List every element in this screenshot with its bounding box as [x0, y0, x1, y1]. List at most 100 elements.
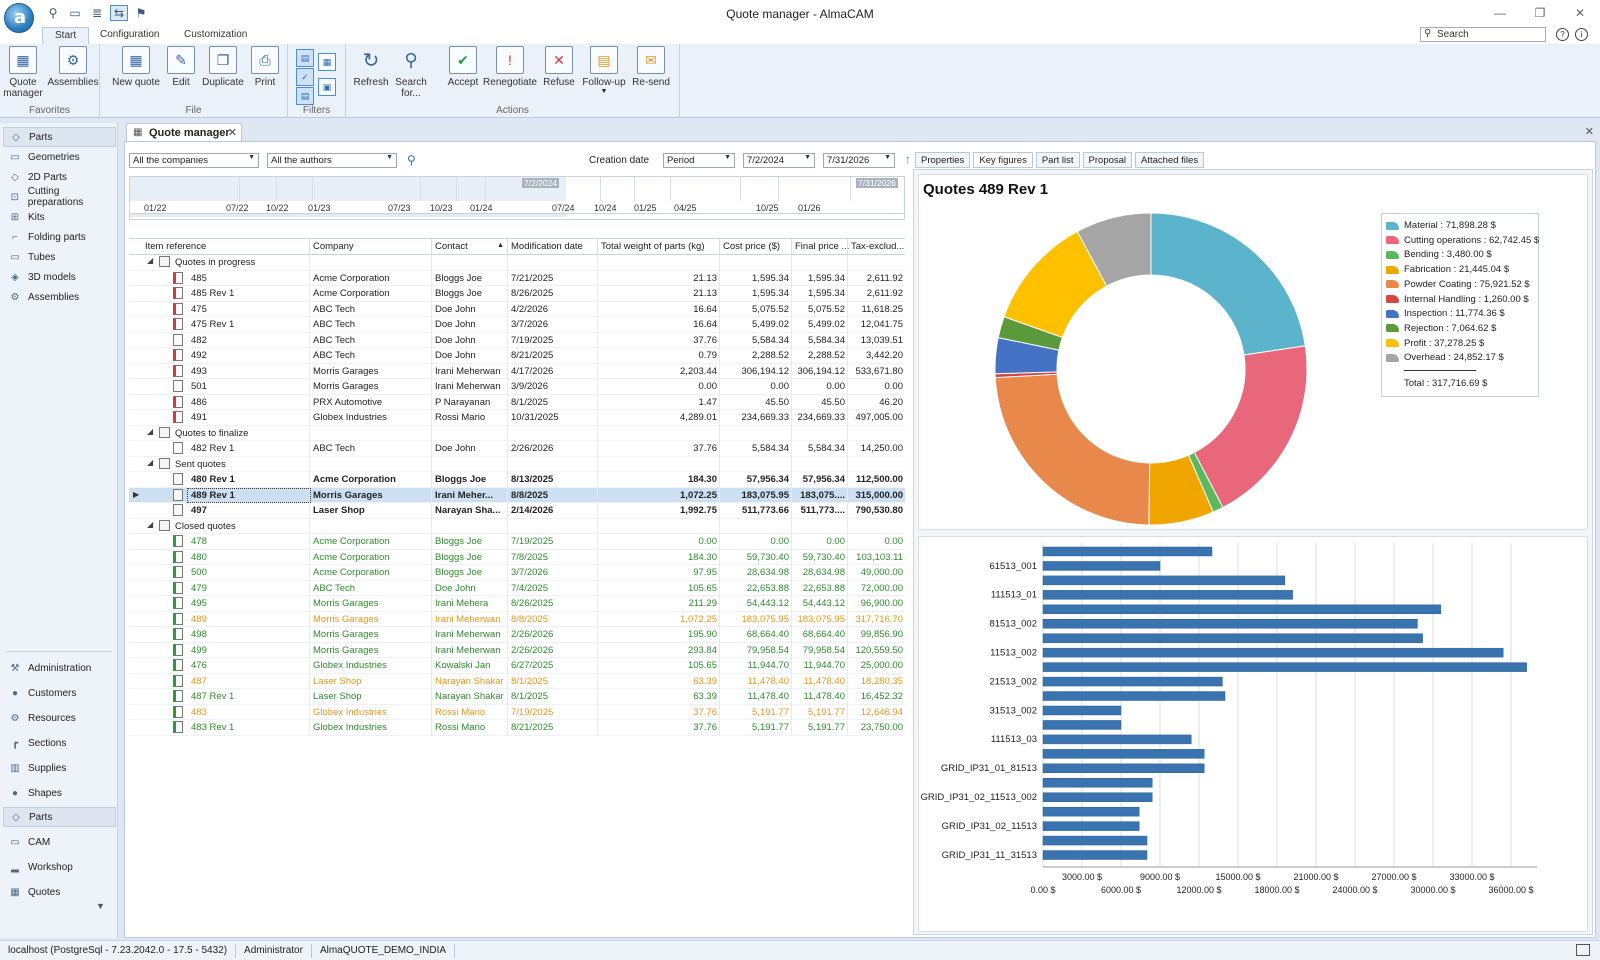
date-to-input[interactable]: 7/31/2026 ▼ — [823, 153, 895, 168]
table-row[interactable]: 485 Rev 1 Acme Corporation Bloggs Joe 8/26/… — [129, 286, 905, 302]
timeline-end-flag[interactable]: 7/31/2026 — [856, 178, 898, 188]
nav-shapes[interactable]: ● Shapes — [3, 783, 116, 803]
nav-supplies[interactable]: ▥ Supplies — [3, 758, 116, 778]
table-row[interactable]: 487 Laser Shop Narayan Shakar 8/1/2025 63.39… — [129, 674, 905, 689]
table-row[interactable]: 479 ABC Tech Doe John 7/4/2025 105.65 22,653.… — [129, 581, 905, 596]
table-row[interactable]: 476 Globex Industries Kowalski Jan 6/27/202… — [129, 658, 905, 674]
nav-geometries[interactable]: ▭ Geometries — [3, 147, 116, 167]
col-company[interactable]: Company — [313, 241, 429, 252]
column-separator[interactable] — [719, 239, 720, 255]
table-row[interactable]: 497 Laser Shop Narayan Sha... 2/14/2026 1,99… — [129, 503, 905, 519]
collapse-triangle-icon[interactable]: ◢ — [147, 256, 153, 265]
table-row[interactable]: 483 Rev 1 Globex Industries Rossi Mario 8/2… — [129, 720, 905, 736]
timeline-scrollbar[interactable] — [130, 213, 904, 217]
group-row[interactable]: ◢ Quotes in progress — [129, 255, 905, 271]
table-row[interactable]: 485 Acme Corporation Bloggs Joe 7/21/2025 21… — [129, 271, 905, 286]
nav-workshop[interactable]: ▂ Workshop — [3, 857, 116, 877]
nav-sections[interactable]: ┏ Sections — [3, 733, 116, 753]
authors-select[interactable]: All the authors ▼ — [267, 153, 397, 168]
close-window-button[interactable]: ✕ — [1560, 0, 1600, 26]
timeline-start-flag[interactable]: 7/2/2024 — [522, 178, 560, 188]
col-final-price[interactable]: Final price ... — [795, 241, 849, 252]
column-separator[interactable] — [597, 239, 598, 255]
donut-slice[interactable] — [1150, 212, 1306, 356]
nav-parts[interactable]: ◇ Parts — [3, 807, 116, 827]
table-row[interactable]: 475 ABC Tech Doe John 4/2/2026 16.64 5,075.52… — [129, 302, 905, 317]
info-icon[interactable]: i — [1575, 28, 1588, 41]
table-row[interactable]: 482 ABC Tech Doe John 7/19/2025 37.76 5,584.3… — [129, 333, 905, 348]
search-input[interactable]: ⚲ Search — [1420, 27, 1546, 42]
tab-configuration[interactable]: Configuration — [88, 27, 171, 44]
table-row[interactable]: 478 Acme Corporation Bloggs Joe 7/19/2025 0.… — [129, 534, 905, 550]
tab-part-list[interactable]: Part list — [1035, 152, 1080, 168]
collapse-triangle-icon[interactable]: ◢ — [147, 458, 153, 467]
chart-bar[interactable] — [1042, 676, 1223, 687]
table-row[interactable]: 486 PRX Automotive P Narayanan 8/1/2025 1.47… — [129, 395, 905, 410]
table-row[interactable]: 501 Morris Garages Irani Meherwan 3/9/2026 0… — [129, 379, 905, 395]
col-item-reference[interactable]: Item reference — [145, 241, 305, 252]
search-for-button[interactable]: ⚲ Search for... — [388, 46, 434, 100]
date-from-input[interactable]: 7/2/2024 ▼ — [743, 153, 815, 168]
table-row[interactable]: 483 Globex Industries Rossi Mario 7/19/2025… — [129, 705, 905, 720]
table-row[interactable]: 500 Acme Corporation Bloggs Joe 3/7/2026 97.… — [129, 565, 905, 581]
collapse-triangle-icon[interactable]: ◢ — [147, 520, 153, 529]
nav-kits[interactable]: ⊞ Kits — [3, 207, 116, 227]
companies-select[interactable]: All the companies ▼ — [129, 153, 259, 168]
filter-clear-icon[interactable]: ⚲ — [407, 153, 416, 167]
sort-arrow-icon[interactable]: ↑ — [905, 152, 911, 166]
table-row[interactable]: 492 ABC Tech Doe John 8/21/2025 0.79 2,288.52… — [129, 348, 905, 364]
table-row[interactable]: 480 Acme Corporation Bloggs Joe 7/8/2025 184… — [129, 550, 905, 565]
chart-bar[interactable] — [1042, 705, 1122, 716]
group-row[interactable]: ◢ Quotes to finalize — [129, 426, 905, 441]
table-row[interactable]: 480 Rev 1 Acme Corporation Bloggs Joe 8/13/… — [129, 472, 905, 488]
close-pane-icon[interactable]: ✕ — [1585, 125, 1594, 138]
table-row[interactable]: 491 Globex Industries Rossi Mario 10/31/202… — [129, 410, 905, 426]
sort-ascending-icon[interactable]: ▲ — [497, 242, 504, 249]
collapse-triangle-icon[interactable]: ◢ — [147, 427, 153, 436]
tab-proposal[interactable]: Proposal — [1082, 152, 1133, 168]
group-row[interactable]: ◢ Sent quotes — [129, 457, 905, 472]
chart-bar[interactable] — [1042, 749, 1205, 759]
edit-button[interactable]: ✎ Edit — [158, 46, 204, 88]
nav-header-parts[interactable]: ◇ Parts — [3, 127, 116, 147]
minimize-button[interactable]: — — [1480, 0, 1520, 26]
col-contact[interactable]: Contact — [435, 241, 501, 252]
column-separator[interactable] — [431, 239, 432, 255]
col-tax-excluded[interactable]: Tax-exclud... — [851, 241, 905, 252]
nav-resources[interactable]: ⚙ Resources — [3, 708, 116, 728]
table-row[interactable]: 489 Morris Garages Irani Meherwan 8/8/2025 1… — [129, 612, 905, 627]
tab-properties[interactable]: Properties — [915, 152, 971, 168]
filter-box-icon[interactable]: ▣ — [318, 78, 336, 96]
follow-up-button[interactable]: ▤ Follow-up ▼ — [578, 46, 630, 95]
chart-bar[interactable] — [1042, 662, 1527, 672]
app-logo-icon[interactable] — [4, 3, 34, 33]
chart-bar[interactable] — [1042, 619, 1418, 629]
chart-bar[interactable] — [1042, 561, 1161, 571]
tab-start[interactable]: Start — [42, 27, 90, 44]
close-tab-icon[interactable]: ✕ — [228, 126, 237, 139]
column-separator[interactable] — [847, 239, 848, 255]
col-total-weight[interactable]: Total weight of parts (kg) — [601, 241, 723, 252]
table-row[interactable]: 475 Rev 1 ABC Tech Doe John 3/7/2026 16.64 5,… — [129, 317, 905, 333]
table-row[interactable]: 495 Morris Garages Irani Mehera 8/26/2025 21… — [129, 596, 905, 612]
donut-slice[interactable] — [994, 373, 1151, 526]
period-select[interactable]: Period ▼ — [663, 153, 735, 168]
chart-bar[interactable] — [1042, 792, 1153, 802]
nav-administration[interactable]: ⚒ Administration — [3, 658, 116, 678]
chart-bar[interactable] — [1042, 546, 1213, 557]
chart-bar[interactable] — [1042, 763, 1205, 774]
table-row[interactable]: 493 Morris Garages Irani Meherwan 4/17/2026… — [129, 364, 905, 379]
chart-bar[interactable] — [1042, 604, 1442, 615]
nav-tubes[interactable]: ▭ Tubes — [3, 247, 116, 267]
duplicate-button[interactable]: ❐ Duplicate — [200, 46, 246, 88]
nav-customers[interactable]: ● Customers — [3, 683, 116, 703]
chat-icon[interactable] — [1576, 944, 1590, 956]
doc-tab-quote-manager[interactable]: ▦ Quote manager ✕ — [126, 123, 242, 141]
nav-cutting-preparations[interactable]: ⊡ Cutting preparations — [3, 186, 116, 208]
col-modification-date[interactable]: Modification date — [511, 241, 597, 252]
renegotiate-button[interactable]: ! Renegotiate — [480, 46, 540, 88]
new-quote-button[interactable]: ▦ New quote — [112, 46, 160, 88]
chart-bar[interactable] — [1042, 821, 1140, 831]
chart-bar[interactable] — [1042, 633, 1423, 643]
chevron-down-icon[interactable]: ▼ — [96, 901, 105, 911]
